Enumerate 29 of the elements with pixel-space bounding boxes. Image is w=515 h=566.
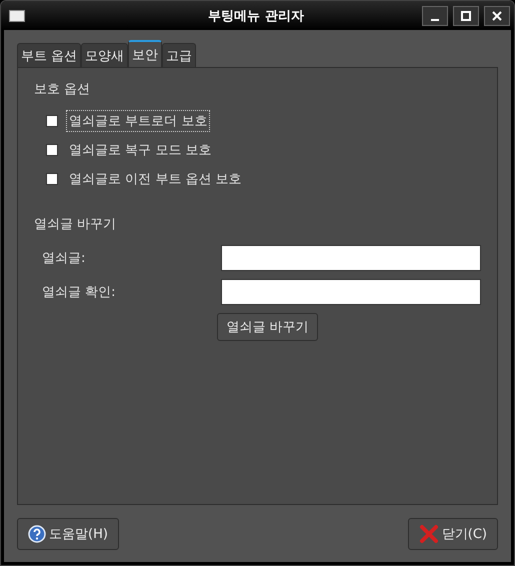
checkbox-label[interactable]: 열쇠글로 이전 부트 옵션 보호 [66,168,245,190]
tab[interactable]: 부트 옵션 [17,43,82,67]
tab[interactable]: 보안 [128,40,162,67]
window-title: 부팅메뉴 관리자 [208,8,304,24]
minimize-icon [431,18,439,20]
checkbox[interactable] [46,144,58,156]
close-icon [492,10,502,20]
tab[interactable]: 모양새 [81,43,128,67]
window-icon [9,10,25,22]
password-field[interactable] [221,245,481,271]
minimize-button[interactable] [422,6,448,26]
checkbox[interactable] [46,114,58,126]
maximize-icon [461,10,471,20]
maximize-button[interactable] [453,6,479,26]
field-label: 열쇠글: [42,250,86,267]
field-label: 열쇠글 확인: [42,284,116,301]
help-button[interactable]: 도움말(H) [17,518,119,550]
checkbox[interactable] [46,172,58,184]
close-icon [418,524,439,544]
change-password-button[interactable]: 열쇠글 바꾸기 [217,313,318,341]
password-field[interactable] [221,279,481,305]
section-heading: 보호 옵션 [34,81,92,98]
checkbox-label[interactable]: 열쇠글로 부트로더 보호 [66,110,210,132]
checkbox-label[interactable]: 열쇠글로 복구 모드 보호 [66,138,214,160]
tab[interactable]: 고급 [162,43,196,67]
section-heading: 열쇠글 바꾸기 [34,216,118,233]
close-button[interactable] [484,6,510,26]
help-icon [28,524,46,542]
close-button[interactable]: 닫기(C) [408,518,498,550]
